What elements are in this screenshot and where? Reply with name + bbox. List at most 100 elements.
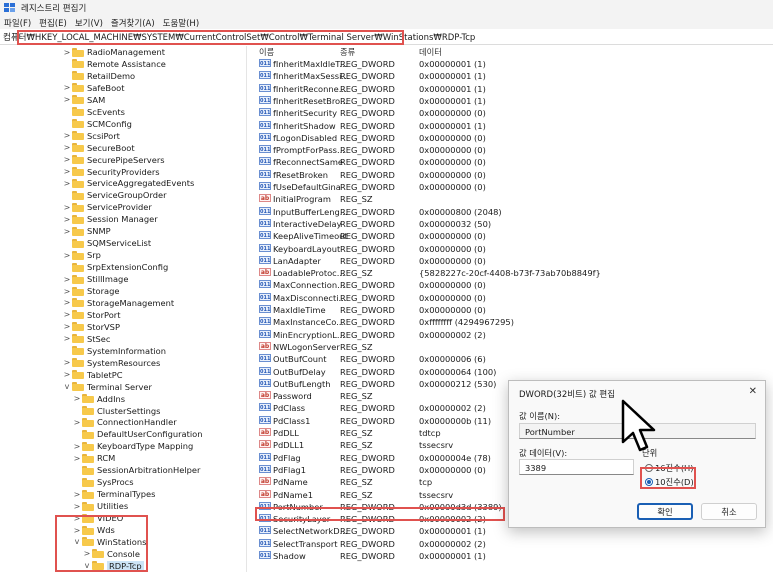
value-row[interactable]: 011 InputBufferLeng... REG_DWORD 0x00000800… xyxy=(250,206,770,218)
chevron-right-icon[interactable]: > xyxy=(62,131,72,140)
value-row[interactable]: 011 fInheritMaxIdleT... REG_DWORD 0x0000000… xyxy=(250,58,770,70)
tree-node[interactable]: > TerminalTypes xyxy=(72,488,156,500)
chevron-right-icon[interactable]: > xyxy=(62,370,72,379)
tree-node[interactable]: > StorageManagement xyxy=(62,297,174,309)
value-row[interactable]: 011 MaxIdleTime REG_DWORD 0x00000000 (0) xyxy=(250,304,770,316)
chevron-right-icon[interactable]: > xyxy=(72,454,82,463)
column-header-type[interactable]: 종류 xyxy=(340,46,355,58)
value-row[interactable]: 011 KeyboardLayout REG_DWORD 0x00000000 (0) xyxy=(250,243,770,255)
menu-edit[interactable]: 편집(E) xyxy=(39,17,67,29)
chevron-right-icon[interactable]: > xyxy=(62,95,72,104)
value-row[interactable]: 011 fLogonDisabled REG_DWORD 0x00000000 (0) xyxy=(250,132,770,144)
tree-node[interactable]: > KeyboardType Mapping xyxy=(72,440,194,452)
value-row[interactable]: 011 fPromptForPass... REG_DWORD 0x00000000 … xyxy=(250,144,770,156)
tree-node[interactable]: > ScsiPort xyxy=(62,130,120,142)
column-header-data[interactable]: 데이터 xyxy=(419,46,442,58)
value-row[interactable]: 011 fInheritMaxSessi... REG_DWORD 0x0000000… xyxy=(250,70,770,82)
tree-node[interactable]: SQMServiceList xyxy=(62,237,151,249)
tree-node[interactable]: > SafeBoot xyxy=(62,82,125,94)
value-row[interactable]: 011 MaxConnection... REG_DWORD 0x00000000 (… xyxy=(250,279,770,291)
value-row[interactable]: 011 fInheritReconne... REG_DWORD 0x00000001… xyxy=(250,83,770,95)
menu-view[interactable]: 보기(V) xyxy=(75,17,103,29)
tree-node[interactable]: SCMConfig xyxy=(62,118,132,130)
tree-node[interactable]: v Terminal Server xyxy=(62,381,152,393)
menu-file[interactable]: 파일(F) xyxy=(4,17,31,29)
value-row[interactable]: 011 MaxDisconnecti... REG_DWORD 0x00000000 … xyxy=(250,292,770,304)
ok-button[interactable]: 확인 xyxy=(637,503,693,520)
tree-node[interactable]: > RCM xyxy=(72,452,116,464)
registry-tree[interactable]: > RadioManagement Remote Assistance RetailD… xyxy=(0,46,247,572)
value-row[interactable]: 011 MaxInstanceCo... REG_DWORD 0xffffffff (… xyxy=(250,316,770,328)
cancel-button[interactable]: 취소 xyxy=(701,503,757,520)
value-row[interactable]: 011 fUseDefaultGina REG_DWORD 0x00000000 (0… xyxy=(250,181,770,193)
tree-node[interactable]: > ServiceProvider xyxy=(62,201,152,213)
chevron-down-icon[interactable]: v xyxy=(62,382,72,391)
chevron-right-icon[interactable]: > xyxy=(72,394,82,403)
tree-node[interactable]: > SecurityProviders xyxy=(62,166,160,178)
tree-node[interactable]: > ServiceAggregatedEvents xyxy=(62,177,195,189)
chevron-right-icon[interactable]: > xyxy=(62,83,72,92)
chevron-right-icon[interactable]: > xyxy=(62,310,72,319)
tree-node[interactable]: > StorPort xyxy=(62,309,121,321)
tree-node[interactable]: ServiceGroupOrder xyxy=(62,189,167,201)
chevron-right-icon[interactable]: > xyxy=(62,167,72,176)
tree-node[interactable]: SrpExtensionConfig xyxy=(62,261,168,273)
chevron-right-icon[interactable]: > xyxy=(72,502,82,511)
value-row[interactable]: ab LoadableProtoc... REG_SZ {5828227c-20cf-… xyxy=(250,267,770,279)
value-row[interactable]: 011 KeepAliveTimeout REG_DWORD 0x00000000 (… xyxy=(250,230,770,242)
value-row[interactable]: 011 fInheritShadow REG_DWORD 0x00000001 (1) xyxy=(250,120,770,132)
tree-node[interactable]: DefaultUserConfiguration xyxy=(72,428,203,440)
chevron-right-icon[interactable]: > xyxy=(62,155,72,164)
value-row[interactable]: 011 InteractiveDelay REG_DWORD 0x00000032 (… xyxy=(250,218,770,230)
value-row[interactable]: 011 Shadow REG_DWORD 0x00000001 (1) xyxy=(250,550,770,562)
menu-help[interactable]: 도움말(H) xyxy=(163,17,199,29)
chevron-right-icon[interactable]: > xyxy=(62,287,72,296)
chevron-right-icon[interactable]: > xyxy=(62,358,72,367)
chevron-right-icon[interactable]: > xyxy=(62,203,72,212)
value-row[interactable]: 011 OutBufDelay REG_DWORD 0x00000064 (100) xyxy=(250,366,770,378)
chevron-right-icon[interactable]: > xyxy=(62,298,72,307)
chevron-right-icon[interactable]: > xyxy=(72,490,82,499)
tree-node[interactable]: > Srp xyxy=(62,249,101,261)
value-row[interactable]: 011 LanAdapter REG_DWORD 0x00000000 (0) xyxy=(250,255,770,267)
chevron-right-icon[interactable]: > xyxy=(62,227,72,236)
value-row[interactable]: 011 fInheritSecurity REG_DWORD 0x00000000 (… xyxy=(250,107,770,119)
chevron-right-icon[interactable]: > xyxy=(62,179,72,188)
tree-node[interactable]: RetailDemo xyxy=(62,70,135,82)
value-row[interactable]: ab NWLogonServer REG_SZ xyxy=(250,341,770,353)
tree-node[interactable]: > StillImage xyxy=(62,273,129,285)
value-row[interactable]: 011 fResetBroken REG_DWORD 0x00000000 (0) xyxy=(250,169,770,181)
tree-node[interactable]: > SecureBoot xyxy=(62,142,135,154)
close-icon[interactable]: ✕ xyxy=(749,386,757,397)
menu-favorites[interactable]: 즐겨찾기(A) xyxy=(111,17,155,29)
value-row[interactable]: 011 fReconnectSame REG_DWORD 0x00000000 (0) xyxy=(250,156,770,168)
tree-node[interactable]: > StorVSP xyxy=(62,321,120,333)
chevron-right-icon[interactable]: > xyxy=(62,215,72,224)
chevron-right-icon[interactable]: > xyxy=(62,275,72,284)
tree-node[interactable]: > SNMP xyxy=(62,225,111,237)
chevron-right-icon[interactable]: > xyxy=(72,442,82,451)
chevron-right-icon[interactable]: > xyxy=(62,334,72,343)
value-row[interactable]: ab InitialProgram REG_SZ xyxy=(250,193,770,205)
value-row[interactable]: 011 fInheritResetBro... REG_DWORD 0x0000000… xyxy=(250,95,770,107)
tree-node[interactable]: > AddIns xyxy=(72,393,125,405)
tree-node[interactable]: > Session Manager xyxy=(62,213,158,225)
chevron-right-icon[interactable]: > xyxy=(62,322,72,331)
value-data-field[interactable]: 3389 xyxy=(519,459,634,475)
value-row[interactable]: 011 MinEncryptionL... REG_DWORD 0x00000002 … xyxy=(250,329,770,341)
tree-node[interactable]: > SAM xyxy=(62,94,106,106)
tree-node[interactable]: > RadioManagement xyxy=(62,46,165,58)
tree-node[interactable]: > ConnectionHandler xyxy=(72,416,177,428)
tree-node[interactable]: > SecurePipeServers xyxy=(62,154,165,166)
tree-node[interactable]: > TabletPC xyxy=(62,369,123,381)
tree-node[interactable]: SysProcs xyxy=(72,476,134,488)
tree-node[interactable]: > Utilities xyxy=(72,500,129,512)
tree-node[interactable]: > SystemResources xyxy=(62,357,161,369)
tree-node[interactable]: ScEvents xyxy=(62,106,125,118)
value-row[interactable]: 011 SelectTransport REG_DWORD 0x00000002 (2… xyxy=(250,538,770,550)
chevron-right-icon[interactable]: > xyxy=(62,48,72,57)
chevron-right-icon[interactable]: > xyxy=(72,418,82,427)
tree-node[interactable]: Remote Assistance xyxy=(62,58,166,70)
tree-node[interactable]: ClusterSettings xyxy=(72,405,160,417)
tree-node[interactable]: SystemInformation xyxy=(62,345,166,357)
